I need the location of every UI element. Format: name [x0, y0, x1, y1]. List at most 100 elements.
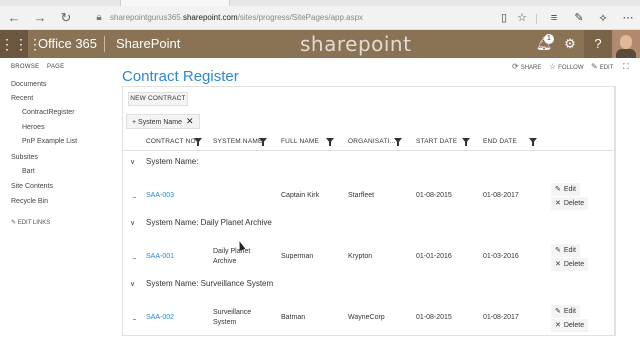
organisation-cell: WayneCorp	[348, 314, 385, 321]
refresh-icon[interactable]: ↻	[58, 10, 74, 26]
help-button[interactable]: ?	[584, 30, 612, 58]
start-date-cell: 01-08-2015	[416, 314, 452, 321]
delete-button[interactable]: ✕ Delete	[551, 258, 589, 271]
notifications-bell-icon[interactable]: 🔔︎ 1	[530, 30, 558, 58]
contract-no-link[interactable]: SAA-002	[146, 313, 174, 323]
forward-icon[interactable]: →	[32, 10, 48, 26]
nav-item-bart[interactable]: Bart	[22, 167, 35, 177]
column-header-organisation[interactable]: ORGANISATI...	[348, 136, 396, 148]
pencil-icon: ✎	[555, 308, 561, 315]
scrollbar[interactable]	[615, 86, 616, 336]
reading-view-icon[interactable]: ▯	[497, 11, 511, 25]
pencil-icon: ✎	[591, 62, 598, 71]
chevron-down-icon[interactable]: ∨	[130, 278, 140, 292]
new-contract-button[interactable]: NEW CONTRACT	[128, 92, 188, 106]
column-header-start-date[interactable]: START DATE	[416, 136, 457, 148]
start-date-cell: 01-01-2016	[416, 253, 452, 260]
group-by-chip[interactable]: + System Name ✕	[126, 114, 200, 129]
contract-no-link[interactable]: SAA-001	[146, 252, 174, 262]
nav-item-recycle-bin[interactable]: Recycle Bin	[11, 197, 48, 207]
group-header-label: System Name: Daily Planet Archive	[146, 218, 272, 227]
edit-button[interactable]: ✎ Edit	[551, 244, 580, 257]
url-prefix: sharepointgurus365.	[110, 13, 183, 22]
start-date-cell: 01-08-2015	[416, 192, 452, 199]
close-icon: ✕	[555, 322, 561, 329]
organisation-cell: Krypton	[348, 253, 373, 260]
nav-item-heroes[interactable]: Heroes	[22, 123, 45, 133]
office365-brand[interactable]: Office 365	[38, 30, 97, 58]
toolbar-separator	[536, 14, 537, 24]
settings-gear-icon[interactable]: ⚙	[556, 30, 584, 58]
column-header-contract-no[interactable]: CONTRACT NO	[146, 136, 196, 148]
chevron-down-icon[interactable]: ∨	[130, 156, 140, 170]
edit-page-button[interactable]: ✎ EDIT	[591, 58, 613, 76]
header-divider	[122, 150, 615, 151]
group-header[interactable]: ∨ System Name: Daily Planet Archive	[130, 216, 272, 230]
group-header[interactable]: ∨ System Name: Surveillance System	[130, 277, 273, 291]
contract-no-link[interactable]: SAA-003	[146, 191, 174, 201]
share-icon: ⟳	[512, 62, 519, 71]
group-by-label: System Name	[138, 119, 183, 126]
follow-star-icon: ☆	[549, 62, 557, 71]
close-icon[interactable]: ✕	[186, 116, 194, 126]
column-header-system-name[interactable]: SYSTEM NAME	[213, 136, 263, 148]
row-select-handle[interactable]	[133, 319, 136, 320]
close-icon: ✕	[555, 200, 561, 207]
share-button[interactable]: ⟳ SHARE	[512, 58, 541, 76]
system-name-cell: Daily Planet Archive	[213, 248, 251, 265]
nav-item-subsites[interactable]: Subsites	[11, 153, 38, 163]
back-icon[interactable]: ←	[6, 10, 22, 26]
follow-button[interactable]: ☆ FOLLOW	[549, 58, 584, 76]
nav-item-documents[interactable]: Documents	[11, 80, 46, 90]
app-launcher-icon[interactable]: ⋮⋮⋮	[0, 30, 42, 58]
delete-label: Delete	[563, 200, 585, 207]
row-select-handle[interactable]	[133, 197, 136, 198]
focus-mode-icon[interactable]: ⛶	[623, 58, 631, 76]
delete-label: Delete	[563, 261, 585, 268]
row-select-handle[interactable]	[133, 258, 136, 259]
ribbon-bar: BROWSE PAGE ⟳ SHARE ☆ FOLLOW ✎ EDIT ⛶	[0, 58, 640, 76]
edit-label: Edit	[563, 308, 576, 315]
follow-label: FOLLOW	[558, 65, 584, 71]
sharepoint-app-title[interactable]: SharePoint	[116, 30, 180, 58]
edit-page-label: EDIT	[599, 65, 614, 71]
more-icon[interactable]: ⋯	[621, 11, 635, 25]
organisation-cell: Starfleet	[348, 192, 375, 199]
browser-address-bar: ← → ↻ 🔒︎ sharepointgurus365.sharepoint.c…	[0, 6, 640, 30]
suite-bar: ⋮⋮⋮ Office 365 SharePoint sharepoint 🔔︎ 1…	[0, 30, 640, 58]
end-date-cell: 01-08-2017	[483, 192, 519, 199]
tab-page[interactable]: PAGE	[47, 58, 64, 76]
hub-icon[interactable]: ≡	[547, 11, 561, 25]
nav-item-pnp-example-list[interactable]: PnP Example List	[22, 137, 77, 147]
column-header-end-date[interactable]: END DATE	[483, 136, 517, 148]
chevron-down-icon[interactable]: ∨	[130, 217, 140, 231]
delete-button[interactable]: ✕ Delete	[551, 197, 589, 210]
share-browser-icon[interactable]: ⟡	[596, 11, 610, 25]
delete-label: Delete	[563, 322, 585, 329]
suite-divider	[104, 36, 105, 52]
nav-item-site-contents[interactable]: Site Contents	[11, 182, 53, 192]
edit-links-button[interactable]: ✎ EDIT LINKS	[11, 218, 50, 228]
pencil-icon: ✎	[555, 186, 561, 193]
close-icon: ✕	[555, 261, 561, 268]
url-field[interactable]: sharepointgurus365.sharepoint.com/sites/…	[110, 11, 363, 25]
web-note-icon[interactable]: ✎	[572, 11, 586, 25]
tab-browse[interactable]: BROWSE	[11, 58, 39, 76]
edit-links-label: EDIT LINKS	[17, 220, 51, 226]
group-header-label: System Name: Surveillance System	[146, 279, 274, 288]
edit-button[interactable]: ✎ Edit	[551, 183, 580, 196]
group-header[interactable]: ∨ System Name:	[130, 155, 198, 169]
edit-label: Edit	[563, 186, 576, 193]
favorite-star-icon[interactable]: ☆	[515, 11, 529, 25]
pencil-icon: ✎	[555, 247, 561, 254]
nav-item-recent[interactable]: Recent	[11, 94, 33, 104]
edit-button[interactable]: ✎ Edit	[551, 305, 580, 318]
column-header-full-name[interactable]: FULL NAME	[281, 136, 319, 148]
page-title: Contract Register	[122, 68, 239, 85]
delete-button[interactable]: ✕ Delete	[551, 319, 589, 332]
sharepoint-logo: sharepoint	[300, 32, 412, 56]
nav-item-contractregister[interactable]: ContractRegister	[22, 108, 75, 118]
pencil-icon: ✎	[11, 220, 18, 226]
avatar[interactable]	[612, 30, 640, 58]
edit-label: Edit	[563, 247, 576, 254]
